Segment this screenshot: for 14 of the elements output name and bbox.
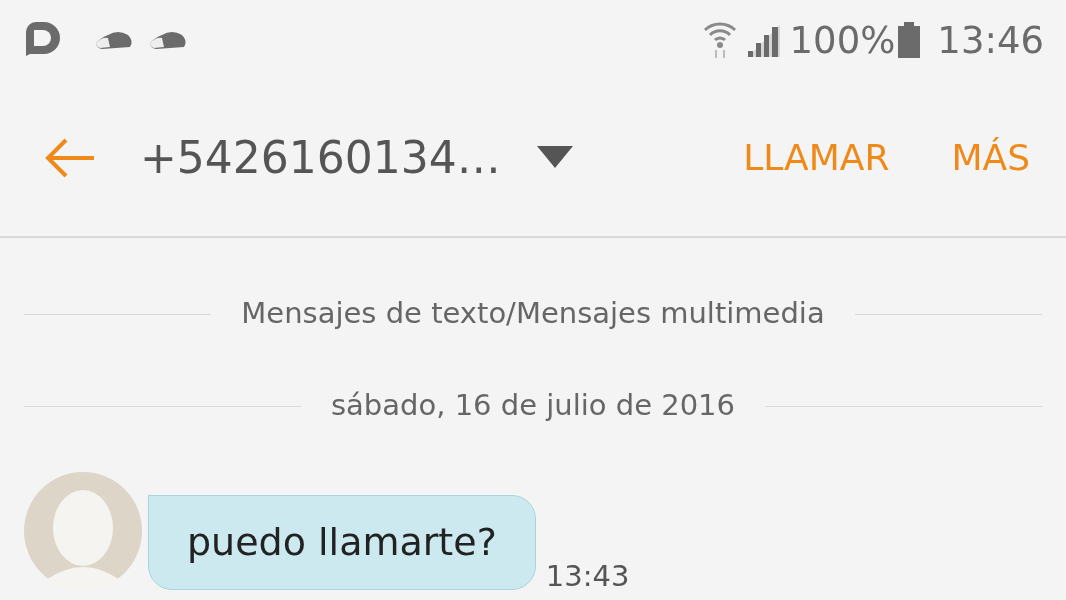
message-bubble: puedo llamarte? [148, 495, 536, 590]
contact-number: +5426160134… [140, 131, 501, 185]
message-time: 13:43 [545, 557, 630, 595]
signal-icon [745, 23, 782, 57]
header-action-button[interactable]: MÁS [951, 131, 1030, 185]
dropdown-caret-icon[interactable] [536, 146, 573, 170]
header-action-button[interactable]: LLAMAR [743, 131, 890, 185]
wifi-icon [701, 20, 738, 60]
battery-icon [897, 22, 922, 58]
status-time: 13:46 [937, 21, 1044, 59]
avatar-icon [24, 472, 142, 590]
battery-percentage: 100% [789, 21, 896, 59]
divider-label: Mensajes de texto/Mensajes multimedia [240, 295, 826, 333]
divider-label: sábado, 16 de julio de 2016 [330, 387, 736, 425]
